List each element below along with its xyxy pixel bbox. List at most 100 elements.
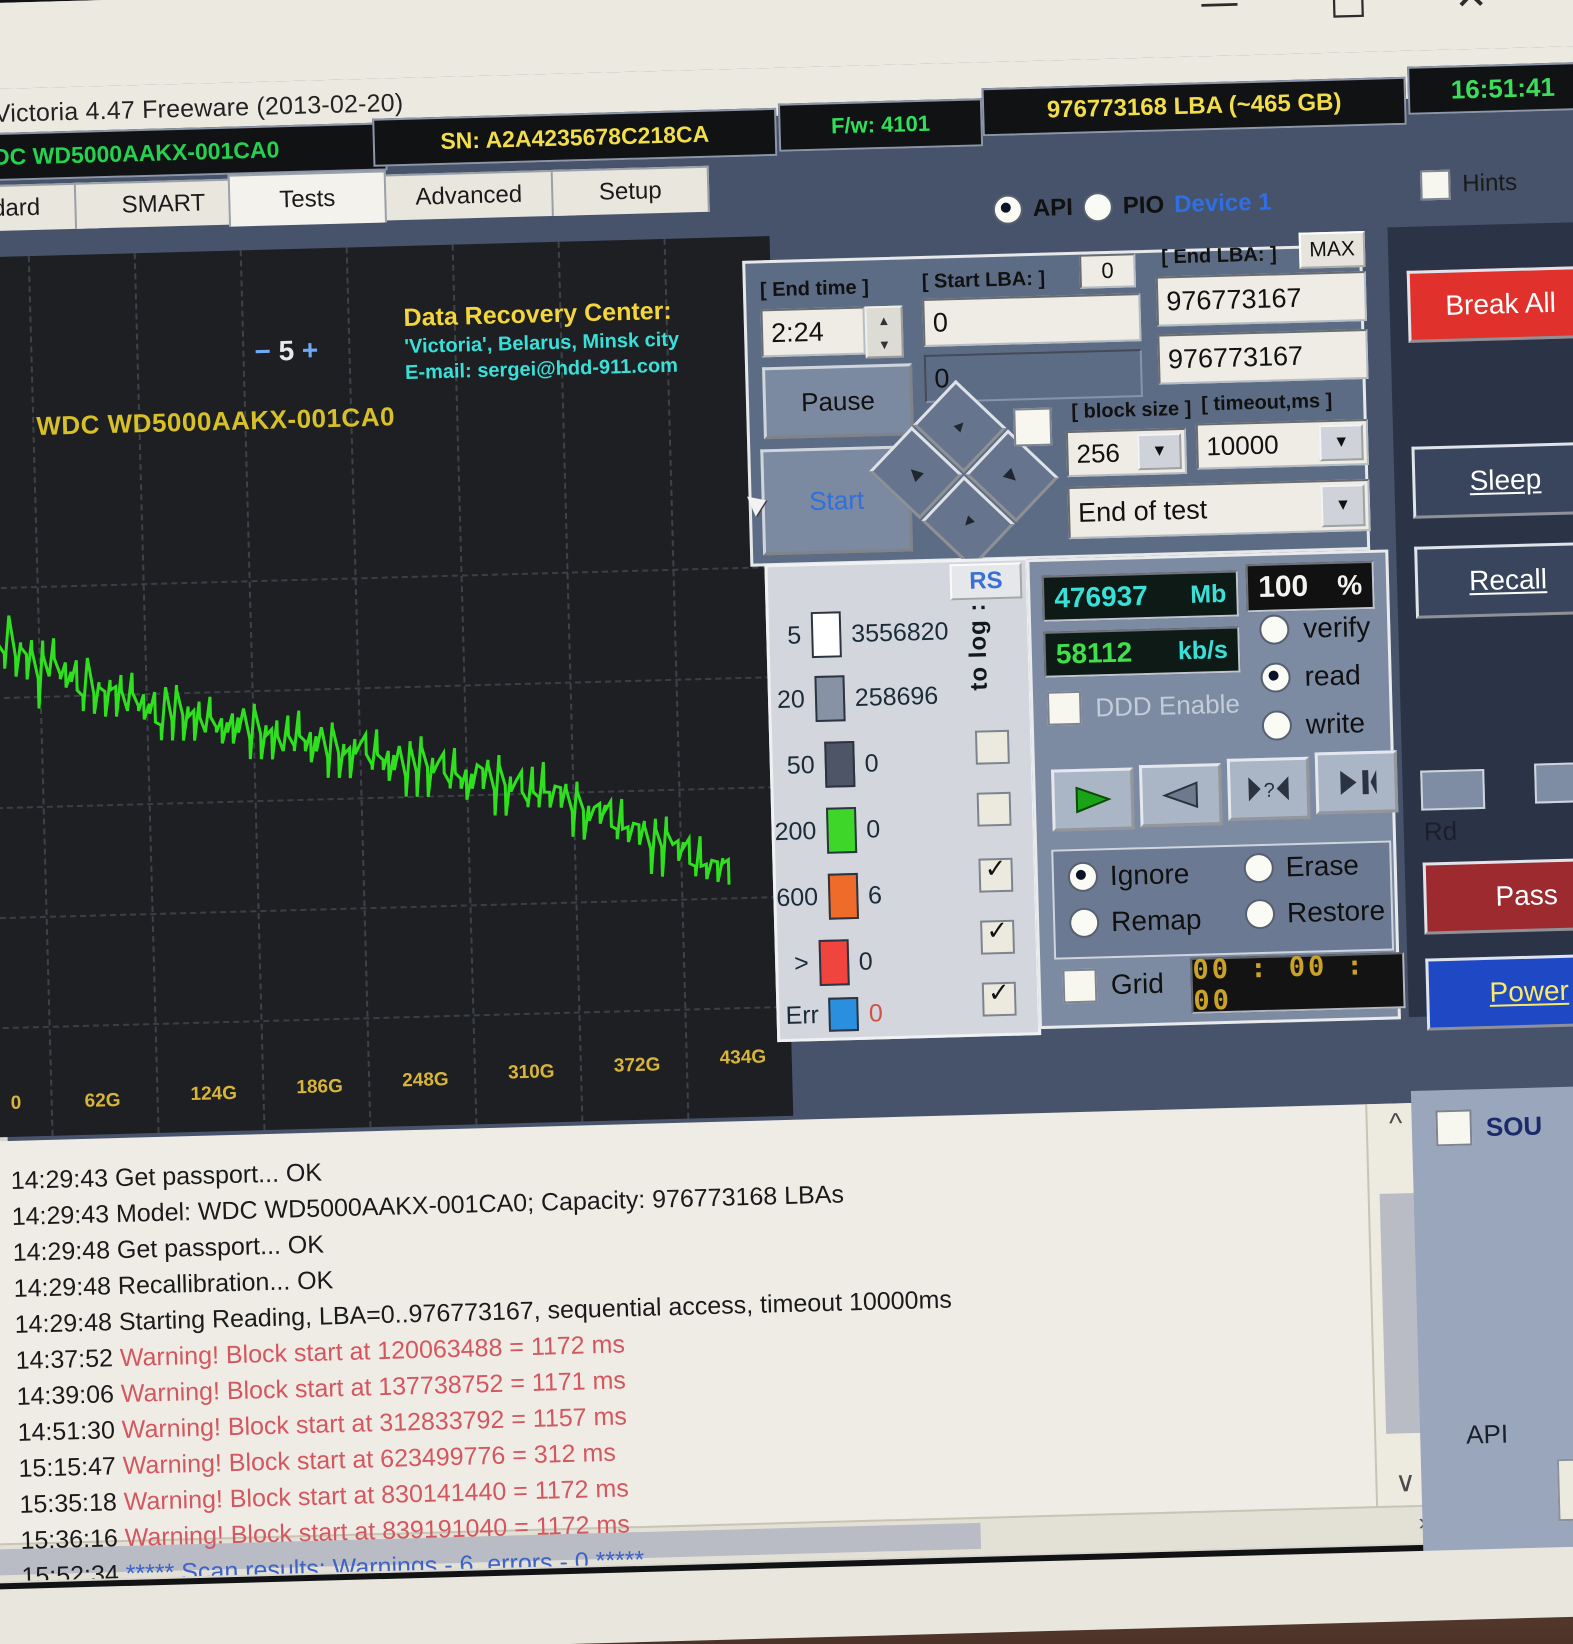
api-footer-box[interactable]: [1556, 1457, 1573, 1522]
size-readout: 476937 Mb: [1041, 570, 1239, 622]
to-log-checkbox-50[interactable]: [974, 729, 1010, 765]
hints-label: Hints: [1461, 168, 1518, 198]
stat-threshold: 50: [786, 750, 816, 780]
remap-radio[interactable]: [1068, 907, 1100, 939]
start-lba-field[interactable]: 0: [922, 293, 1142, 347]
to-log-checkbox-600[interactable]: [978, 857, 1014, 893]
grid-checkbox[interactable]: [1062, 968, 1098, 1004]
stat-color-swatch: [818, 939, 850, 987]
stat-threshold: >: [793, 948, 810, 978]
chevron-down-icon[interactable]: ▼: [1318, 424, 1364, 462]
end-time-field[interactable]: 2:24: [760, 306, 866, 358]
stat-row-err: Err 0: [785, 996, 883, 1033]
sound-toggle[interactable]: SOU: [1435, 1108, 1543, 1147]
speed-readout: 58112 kb/s: [1043, 626, 1241, 678]
action-ignore[interactable]: Ignore: [1067, 858, 1190, 893]
wr-checkbox[interactable]: [1534, 761, 1573, 804]
victoria-app-window: Victoria 4.47 Freeware (2013-02-20) DC W…: [0, 45, 1573, 1644]
mode-verify[interactable]: verify: [1258, 611, 1371, 646]
end-of-test-select[interactable]: End of test ▼: [1067, 478, 1371, 540]
tab-tests[interactable]: Tests: [227, 170, 387, 227]
pio-radio[interactable]: [1082, 191, 1114, 223]
erase-radio[interactable]: [1243, 852, 1275, 884]
percent-value: 100: [1257, 569, 1309, 604]
log-time: 14:51:30: [17, 1416, 116, 1447]
x-tick-5: 310G: [507, 1061, 555, 1084]
action-remap[interactable]: Remap: [1068, 903, 1202, 940]
grid-toggle[interactable]: Grid: [1062, 967, 1164, 1004]
pause-button[interactable]: Pause: [762, 363, 914, 440]
x-tick-2: 124G: [190, 1082, 238, 1106]
to-log-checkbox-200[interactable]: [976, 791, 1012, 827]
read-radio[interactable]: [1260, 662, 1292, 693]
end-lba-label: [ End LBA: ]: [1160, 243, 1278, 269]
start-lba-small-field[interactable]: 0: [1079, 253, 1137, 289]
hints-checkbox[interactable]: [1419, 169, 1451, 201]
break-all-button[interactable]: Break All: [1406, 265, 1573, 343]
mode-read[interactable]: read: [1260, 659, 1361, 694]
action-restore[interactable]: Restore: [1244, 894, 1386, 931]
scroll-down-icon[interactable]: ∨: [1389, 1465, 1422, 1498]
tab-smart[interactable]: SMART: [73, 178, 253, 229]
pass-button[interactable]: Pass: [1422, 857, 1573, 935]
log-message: Warning! Block start at 120063488 = 1172…: [112, 1330, 626, 1373]
log-entry: 14:29:48 Recallibration... OK: [13, 1266, 333, 1304]
minimize-icon[interactable]: —: [1199, 0, 1240, 28]
verify-radio[interactable]: [1258, 614, 1290, 645]
ddd-enable-toggle[interactable]: DDD Enable: [1046, 687, 1241, 726]
surface-scan-graph[interactable]: Mb/s) − 5 + Data Recovery Center: 'Victo…: [0, 236, 794, 1139]
recall-button[interactable]: Recall: [1414, 541, 1573, 619]
hints-toggle[interactable]: Hints: [1419, 168, 1518, 201]
close-icon[interactable]: ✕: [1454, 0, 1489, 21]
timeout-select[interactable]: 10000 ▼: [1195, 418, 1369, 470]
end-lba-field-2[interactable]: 976773167: [1157, 328, 1369, 385]
window-controls[interactable]: — □ ✕: [1199, 0, 1531, 38]
sleep-button[interactable]: Sleep: [1411, 441, 1573, 519]
ddd-enable-checkbox[interactable]: [1046, 690, 1082, 726]
ignore-radio[interactable]: [1067, 861, 1099, 893]
tab-advanced[interactable]: Advanced: [361, 169, 576, 222]
play-backward-icon[interactable]: [1138, 763, 1223, 828]
jump-to-start-icon[interactable]: [1314, 750, 1399, 815]
interface-mode-group[interactable]: API PIO Device 1: [992, 179, 1413, 230]
power-button[interactable]: Power: [1425, 953, 1573, 1031]
write-radio[interactable]: [1261, 710, 1293, 741]
stat-threshold: Err: [785, 1000, 820, 1030]
action-erase[interactable]: Erase: [1243, 849, 1359, 884]
start-lba-label: [ Start LBA: ]: [921, 267, 1046, 293]
ddd-enable-label: DDD Enable: [1094, 688, 1241, 722]
navpad-checkbox[interactable]: [1013, 407, 1053, 447]
end-time-stepper[interactable]: ▲ ▼: [864, 305, 904, 359]
end-time-up-icon[interactable]: ▲: [866, 308, 901, 333]
maximize-icon[interactable]: □: [1329, 0, 1368, 25]
restore-label: Restore: [1286, 894, 1386, 929]
tab-setup[interactable]: Setup: [550, 165, 710, 216]
photographed-screen: — □ ✕ Victoria 4.47 Freeware (2013-02-20…: [0, 0, 1573, 1644]
max-button[interactable]: MAX: [1298, 230, 1366, 269]
api-radio[interactable]: [992, 194, 1024, 226]
remap-label: Remap: [1110, 903, 1202, 938]
rd-checkbox[interactable]: [1420, 768, 1486, 811]
end-lba-field[interactable]: 976773167: [1155, 270, 1368, 327]
x-tick-7: 434G: [719, 1046, 767, 1069]
mode-write[interactable]: write: [1261, 707, 1365, 742]
sound-label: SOU: [1485, 1110, 1543, 1142]
to-log-checkbox-over[interactable]: [980, 919, 1016, 955]
chevron-down-icon[interactable]: ▼: [1320, 484, 1366, 528]
device-label: Device 1: [1173, 188, 1272, 219]
scroll-up-icon[interactable]: ^: [1379, 1107, 1412, 1140]
rs-button[interactable]: RS: [949, 562, 1023, 601]
scan-question-icon[interactable]: ?: [1226, 756, 1311, 821]
to-log-checkbox-err[interactable]: [981, 981, 1017, 1017]
restore-radio[interactable]: [1244, 898, 1276, 930]
sound-checkbox[interactable]: [1435, 1109, 1473, 1147]
play-forward-icon[interactable]: [1051, 767, 1135, 832]
grid-label: Grid: [1110, 967, 1165, 1001]
stat-color-swatch: [827, 872, 859, 920]
scan-readout-panel: 476937 Mb 100 % 58112 kb/s DDD Enable ve…: [1026, 549, 1406, 1030]
activity-log[interactable]: ^ ∨ › 14:29:43 Get passport... OK14:29:4…: [0, 1102, 1438, 1583]
end-time-down-icon[interactable]: ▼: [867, 332, 902, 357]
stat-row-5: 5 3556820: [787, 608, 949, 659]
chevron-down-icon[interactable]: ▼: [1136, 433, 1182, 471]
block-size-select[interactable]: 256 ▼: [1065, 427, 1188, 478]
